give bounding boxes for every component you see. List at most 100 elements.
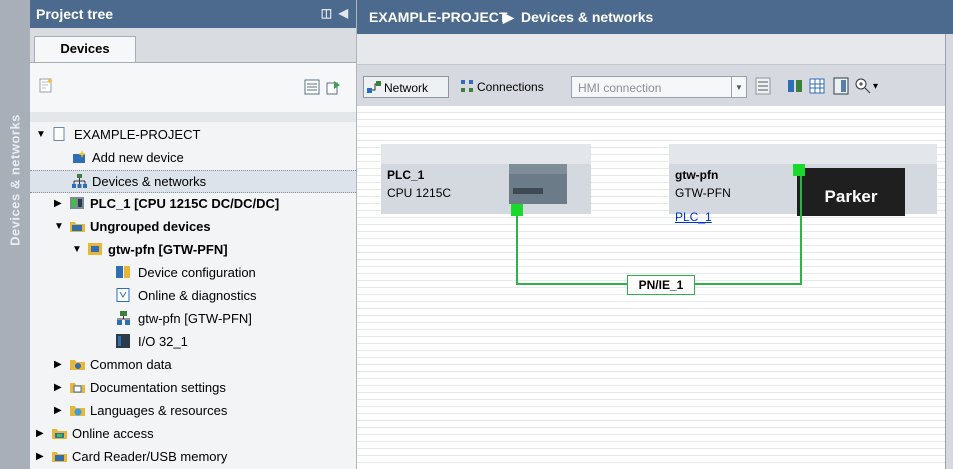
tree-item-add-new-device[interactable]: Add new device <box>30 147 356 168</box>
project-tree-title: Project tree <box>36 6 114 22</box>
collapse-left-icon[interactable]: ◀ <box>339 6 348 20</box>
tree-item-documentation-settings[interactable]: ▶ Documentation settings <box>30 377 356 398</box>
expanded-caret-icon[interactable]: ▼ <box>72 239 82 260</box>
device-config-icon <box>116 266 130 278</box>
languages-icon <box>70 406 85 416</box>
gateway-name[interactable]: gtw-pfn <box>675 168 718 182</box>
plc-icon <box>70 197 84 209</box>
connections-icon <box>461 80 473 92</box>
common-data-icon <box>70 360 85 370</box>
project-icon <box>53 127 65 141</box>
tree-item-label: Online & diagnostics <box>138 288 257 303</box>
collapsed-caret-icon[interactable]: ▶ <box>54 377 62 398</box>
plc-port-icon <box>511 204 523 216</box>
zoom-in-icon[interactable] <box>855 77 871 95</box>
tree-item-devices-networks[interactable]: Devices & networks <box>30 170 356 193</box>
add-device-icon <box>73 150 86 163</box>
tree-item-label: Devices & networks <box>92 174 207 189</box>
device-icon <box>88 243 102 255</box>
tree-item-device-configuration[interactable]: Device configuration <box>30 262 356 283</box>
tree-item-label: PLC_1 [CPU 1215C DC/DC/DC] <box>90 196 280 211</box>
breadcrumb-project[interactable]: EXAMPLE-PROJECT <box>369 9 507 25</box>
tree-toolbar <box>30 62 356 113</box>
breadcrumb-arrow-icon: ▶ <box>503 9 514 25</box>
show-interfaces-icon[interactable] <box>787 77 803 95</box>
gateway-port-icon <box>793 164 805 176</box>
detail-view-icon[interactable] <box>304 79 320 95</box>
side-tab-label: Devices & networks <box>7 114 23 246</box>
gateway-type: GTW-PFN <box>675 186 731 200</box>
tree-item-label: Common data <box>90 357 172 372</box>
side-tab-devices-networks[interactable]: Devices & networks <box>0 0 30 469</box>
tree-item-label: EXAMPLE-PROJECT <box>74 127 201 142</box>
tree-item-io32[interactable]: I/O 32_1 <box>30 331 356 352</box>
tree-tabbar: Devices <box>30 28 356 63</box>
network-view-button[interactable]: Network <box>363 76 449 98</box>
expanded-caret-icon[interactable]: ▼ <box>36 124 46 145</box>
tree-item-label: Card Reader/USB memory <box>72 449 228 464</box>
tree-item-gtw-pfn[interactable]: ▼ gtw-pfn [GTW-PFN] <box>30 239 356 260</box>
split-view-icon[interactable]: ◫ <box>321 6 332 20</box>
collapsed-caret-icon[interactable]: ▶ <box>54 193 62 214</box>
tree-item-label: Languages & resources <box>90 403 228 418</box>
address-table-icon[interactable] <box>755 77 771 95</box>
collapsed-caret-icon[interactable]: ▶ <box>54 354 62 375</box>
connections-button[interactable]: Connections <box>457 76 567 98</box>
vertical-scrollbar[interactable] <box>945 34 953 469</box>
tree-item-label: Device configuration <box>138 265 256 280</box>
tree-item-label: Ungrouped devices <box>90 219 211 234</box>
export-icon[interactable] <box>326 79 342 95</box>
io-device-icon <box>117 311 130 325</box>
new-item-icon[interactable] <box>38 77 54 93</box>
tree-item-common-data[interactable]: ▶ Common data <box>30 354 356 375</box>
tree-item-gtw-pfn-io[interactable]: gtw-pfn [GTW-PFN] <box>30 308 356 329</box>
tree-item-ungrouped-devices[interactable]: ▼ Ungrouped devices <box>30 216 356 237</box>
tree-item-label: gtw-pfn [GTW-PFN] <box>108 242 228 257</box>
tree-item-label: Add new device <box>92 150 184 165</box>
network-view-label: Network <box>384 81 429 95</box>
collapsed-caret-icon[interactable]: ▶ <box>54 400 62 421</box>
network-view-icon <box>367 81 381 93</box>
network-canvas[interactable]: Parker PLC_1 CPU 1215C gtw-pfn GTW-PFN P… <box>357 106 945 469</box>
subnet-label[interactable]: PN/IE_1 <box>627 275 695 295</box>
folder-icon <box>70 222 85 232</box>
tree-item-card-reader[interactable]: ▶ Card Reader/USB memory <box>30 446 356 467</box>
tree-item-online-access[interactable]: ▶ Online access <box>30 423 356 444</box>
tree-item-label: Documentation settings <box>90 380 226 395</box>
card-reader-icon <box>52 452 67 462</box>
tree-item-label: I/O 32_1 <box>138 334 188 349</box>
panel-controls: ◫ ◀ <box>321 6 348 20</box>
dropdown-arrow-icon[interactable]: ▼ <box>731 77 746 97</box>
online-access-icon <box>52 429 67 439</box>
parker-brand-text: Parker <box>825 187 878 206</box>
zoom-dropdown-icon[interactable]: ▾ <box>873 76 878 98</box>
network-icon <box>72 174 87 188</box>
expanded-caret-icon[interactable]: ▼ <box>54 216 64 237</box>
tree-separator <box>30 112 356 122</box>
tree-item-online-diagnostics[interactable]: Online & diagnostics <box>30 285 356 306</box>
tree-item-project[interactable]: ▼ EXAMPLE-PROJECT <box>30 124 356 145</box>
breadcrumb: EXAMPLE-PROJECT ▶ Devices & networks <box>357 0 953 34</box>
collapsed-caret-icon[interactable]: ▶ <box>36 446 44 467</box>
devices-networks-editor: EXAMPLE-PROJECT ▶ Devices & networks Net… <box>357 0 953 469</box>
connections-label: Connections <box>477 80 544 94</box>
overview-panel-icon[interactable] <box>833 77 849 95</box>
plc-name[interactable]: PLC_1 <box>387 168 424 182</box>
editor-tab-strip <box>357 34 945 64</box>
documentation-icon <box>70 383 85 393</box>
project-tree-panel: Project tree ◫ ◀ Devices ▼ EXAMPLE-PROJE… <box>30 0 357 469</box>
tree-item-plc1[interactable]: ▶ PLC_1 [CPU 1215C DC/DC/DC] <box>30 193 356 214</box>
tree-item-label: Online access <box>72 426 154 441</box>
io-module-icon <box>116 334 130 348</box>
tree-item-languages-resources[interactable]: ▶ Languages & resources <box>30 400 356 421</box>
hmi-connection-value: HMI connection <box>578 81 662 95</box>
project-tree-header: Project tree ◫ ◀ <box>30 0 356 28</box>
hmi-connection-select[interactable]: HMI connection ▼ <box>571 76 747 98</box>
gateway-controller-link[interactable]: PLC_1 <box>675 210 712 224</box>
tab-devices[interactable]: Devices <box>34 36 136 63</box>
collapsed-caret-icon[interactable]: ▶ <box>36 423 44 444</box>
editor-toolbar: Network Connections HMI connection ▼ ▾ <box>357 64 945 107</box>
grid-view-icon[interactable] <box>809 77 825 95</box>
plc-type: CPU 1215C <box>387 186 452 200</box>
tree-item-label: gtw-pfn [GTW-PFN] <box>138 311 252 326</box>
